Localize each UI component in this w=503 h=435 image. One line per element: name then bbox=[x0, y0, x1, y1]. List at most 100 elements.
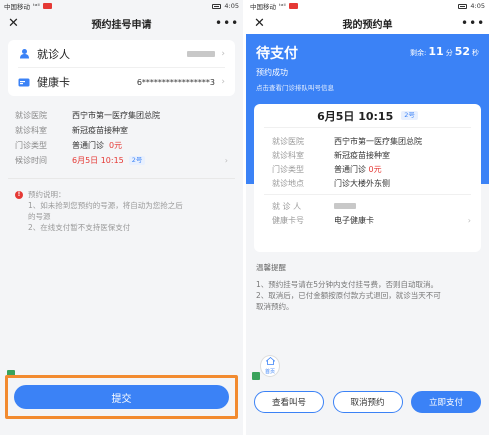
chevron-right-icon: › bbox=[467, 215, 471, 225]
order-value: 新冠疫苗接种室 bbox=[334, 150, 390, 160]
info-value: 普通门诊 0元 bbox=[72, 140, 122, 151]
order-label: 门诊类型 bbox=[272, 164, 304, 174]
signal-icon: ᵗᵃˡˡ bbox=[33, 2, 40, 10]
order-date: 6月5日 10:15 bbox=[317, 109, 394, 123]
appointment-info: 就诊医院 西宁市第一医疗集团总院 就诊科室 新冠疫苗接种室 门诊类型 普通门诊 … bbox=[0, 108, 243, 168]
queue-number-badge: 2号 bbox=[128, 156, 146, 165]
carrier-label: 中国移动 bbox=[250, 3, 276, 11]
info-label: 就诊科室 bbox=[15, 126, 47, 135]
carrier-label: 中国移动 bbox=[4, 3, 30, 11]
health-card-label: 健康卡 bbox=[37, 76, 70, 89]
reminder-title: 温馨提醒 bbox=[256, 263, 286, 272]
floating-app-icon[interactable] bbox=[252, 372, 260, 380]
submit-button[interactable]: 提交 bbox=[14, 385, 229, 409]
countdown-seconds: 52 bbox=[454, 45, 470, 58]
order-label: 就诊医院 bbox=[272, 136, 304, 146]
more-icon[interactable]: ••• bbox=[461, 16, 484, 30]
order-health-card[interactable]: 健康卡号 电子健康卡 › bbox=[264, 213, 471, 227]
order-patient: 就 诊 人 bbox=[264, 199, 471, 213]
right-screen: 中国移动 ᵗᵃˡˡ 4:05 ✕ 我的预约单 ••• 待支付 剩余: 11 分 … bbox=[246, 0, 489, 435]
payment-status[interactable]: 待支付 剩余: 11 分 52 秒 预约成功 点击查看门诊排队叫号信息 bbox=[256, 43, 479, 92]
order-clinic-type: 门诊类型 普通门诊 0元 bbox=[264, 162, 471, 176]
order-header: 6月5日 10:15 2号 bbox=[264, 104, 471, 128]
clinic-type-value: 普通门诊 bbox=[334, 164, 366, 174]
health-card-value: 6*****************3 bbox=[136, 77, 215, 87]
patient-label: 就诊人 bbox=[37, 47, 70, 61]
signal-icon: ᵗᵃˡˡ bbox=[279, 2, 286, 10]
clock: 4:05 bbox=[224, 2, 239, 10]
close-icon[interactable]: ✕ bbox=[8, 16, 28, 31]
patient-row[interactable]: 就诊人 › bbox=[18, 40, 225, 68]
notification-icon bbox=[288, 3, 298, 9]
info-label: 候诊时间 bbox=[15, 156, 47, 165]
reminder-line: 取消预约。 bbox=[256, 302, 294, 311]
action-bar: 查看叫号 取消预约 立即支付 bbox=[246, 385, 489, 419]
info-label: 就诊医院 bbox=[15, 111, 47, 120]
order-label: 就诊地点 bbox=[272, 178, 304, 188]
home-button[interactable]: 首页 bbox=[260, 355, 280, 377]
notes-line: 的号源 bbox=[28, 212, 51, 221]
redacted-name bbox=[187, 50, 215, 57]
countdown-timer: 剩余: 11 分 52 秒 bbox=[410, 45, 479, 58]
notes-title: 预约说明： bbox=[28, 190, 66, 199]
nav-bar: ✕ 我的预约单 ••• bbox=[246, 12, 489, 34]
order-label: 就诊科室 bbox=[272, 150, 304, 160]
booking-status: 预约成功 bbox=[256, 68, 288, 77]
order-card: 6月5日 10:15 2号 就诊医院 西宁市第一医疗集团总院 就诊科室 新冠疫苗… bbox=[254, 104, 481, 252]
patient-value bbox=[107, 49, 215, 58]
queue-info-link[interactable]: 点击查看门诊排队叫号信息 bbox=[256, 82, 479, 92]
divider bbox=[264, 194, 471, 195]
home-label: 首页 bbox=[264, 369, 275, 375]
order-value: 门诊大楼外东侧 bbox=[334, 178, 390, 188]
queue-number-badge: 2号 bbox=[401, 111, 418, 120]
card-icon bbox=[18, 76, 30, 88]
countdown-minutes: 11 bbox=[428, 45, 444, 58]
info-hospital: 就诊医院 西宁市第一医疗集团总院 bbox=[15, 108, 228, 123]
info-wait-time[interactable]: 候诊时间 6月5日 10:15 2号 › bbox=[15, 153, 228, 168]
order-value bbox=[334, 202, 356, 211]
reminder-line: 1、预约挂号请在5分钟内支付挂号费，否则自动取消。 bbox=[256, 280, 439, 289]
clinic-type-value: 普通门诊 bbox=[72, 141, 104, 150]
view-queue-button[interactable]: 查看叫号 bbox=[254, 391, 324, 413]
order-value: 普通门诊 0元 bbox=[334, 164, 382, 175]
person-icon bbox=[18, 48, 30, 60]
notification-icon bbox=[42, 3, 52, 9]
status-bar: 中国移动 ᵗᵃˡˡ 4:05 bbox=[246, 0, 489, 12]
order-label: 健康卡号 bbox=[272, 215, 304, 225]
fee-value: 0元 bbox=[109, 141, 123, 150]
battery-icon bbox=[212, 3, 222, 9]
info-label: 门诊类型 bbox=[15, 141, 47, 150]
left-screen: 中国移动 ᵗᵃˡˡ 4:05 ✕ 预约挂号申请 ••• 就诊人 › 健康卡 6*… bbox=[0, 0, 243, 435]
page-title: 预约挂号申请 bbox=[91, 19, 152, 31]
info-department: 就诊科室 新冠疫苗接种室 bbox=[15, 123, 228, 138]
fee-value: 0元 bbox=[368, 164, 382, 174]
cancel-booking-button[interactable]: 取消预约 bbox=[332, 391, 403, 413]
clock: 4:05 bbox=[470, 2, 485, 10]
status-bar: 中国移动 ᵗᵃˡˡ 4:05 bbox=[0, 0, 243, 12]
second-unit: 秒 bbox=[472, 49, 479, 57]
order-location: 就诊地点 门诊大楼外东侧 bbox=[264, 176, 471, 190]
wait-time-value: 6月5日 10:15 bbox=[72, 156, 124, 165]
highlight-box: 提交 bbox=[5, 375, 238, 419]
patient-card: 就诊人 › 健康卡 6*****************3 › bbox=[8, 40, 235, 96]
order-label: 就 诊 人 bbox=[272, 201, 302, 211]
home-icon bbox=[264, 356, 276, 368]
info-value: 西宁市第一医疗集团总院 bbox=[72, 111, 160, 120]
reminder-line: 2、取消后，已付金额按原付款方式退回，就诊当天不可 bbox=[256, 291, 441, 300]
order-hospital: 就诊医院 西宁市第一医疗集团总院 bbox=[264, 134, 471, 148]
nav-bar: ✕ 预约挂号申请 ••• bbox=[0, 12, 243, 34]
countdown-label: 剩余: bbox=[410, 49, 427, 57]
warning-icon: ! bbox=[15, 190, 23, 199]
info-value: 新冠疫苗接种室 bbox=[72, 126, 128, 135]
info-clinic-type: 门诊类型 普通门诊 0元 bbox=[15, 138, 228, 153]
chevron-right-icon: › bbox=[224, 156, 228, 165]
battery-icon bbox=[458, 3, 468, 9]
close-icon[interactable]: ✕ bbox=[254, 16, 274, 31]
more-icon[interactable]: ••• bbox=[215, 16, 238, 30]
health-card-row[interactable]: 健康卡 6*****************3 › bbox=[18, 68, 225, 96]
order-value: 电子健康卡 bbox=[334, 215, 374, 225]
chevron-right-icon: › bbox=[221, 48, 225, 59]
page-title: 我的预约单 bbox=[342, 19, 393, 31]
booking-notes: ! 预约说明： 1、如未抢到您预约的号源，将自动为您抢之后 的号源 2、在线支付… bbox=[0, 179, 243, 233]
pay-now-button[interactable]: 立即支付 bbox=[411, 391, 481, 413]
